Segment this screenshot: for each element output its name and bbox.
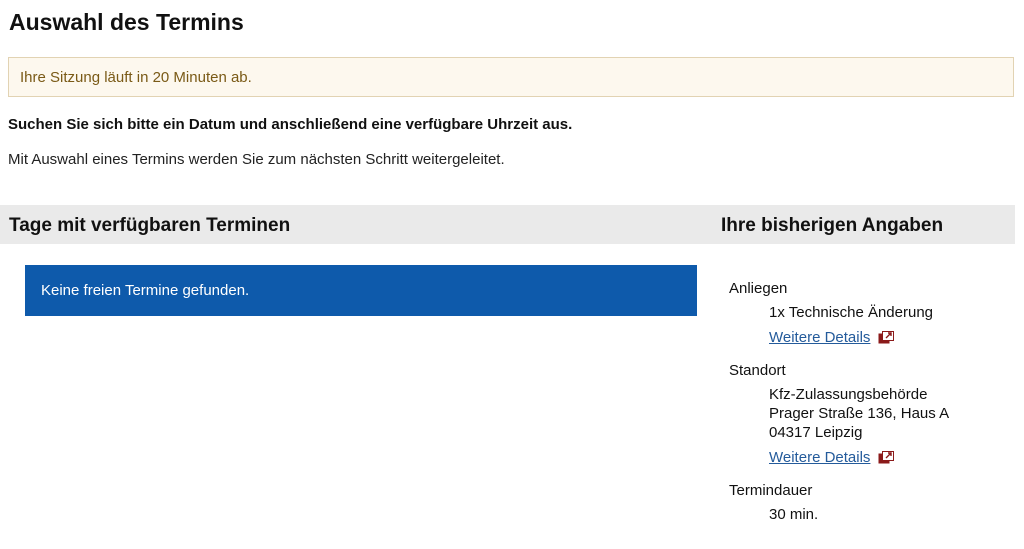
section-header-bar: Tage mit verfügbaren Terminen Ihre bishe… — [0, 205, 1015, 244]
duration-value: 30 min. — [769, 506, 819, 523]
summary-heading: Ihre bisherigen Angaben — [721, 215, 944, 236]
previous-entries-summary: Anliegen 1x Technische Änderung Weitere … — [729, 280, 1014, 540]
instruction-text: Mit Auswahl eines Termins werden Sie zum… — [8, 151, 505, 168]
concern-label: Anliegen — [729, 280, 788, 297]
external-window-icon — [878, 330, 895, 343]
concern-group: Anliegen 1x Technische Änderung Weitere … — [729, 280, 1014, 346]
external-window-icon — [878, 450, 895, 463]
location-label: Standort — [729, 362, 786, 379]
concern-value: 1x Technische Änderung — [769, 304, 934, 321]
concern-details-link[interactable]: Weitere Details — [769, 329, 895, 346]
duration-label: Termindauer — [729, 482, 813, 499]
location-street: Prager Straße 136, Haus A — [769, 405, 950, 422]
location-group: Standort Kfz-Zulassungsbehörde Prager St… — [729, 362, 1014, 466]
location-details-link[interactable]: Weitere Details — [769, 449, 895, 466]
location-name: Kfz-Zulassungsbehörde — [769, 386, 928, 403]
location-city: 04317 Leipzig — [769, 424, 863, 441]
concern-details-link-text: Weitere Details — [769, 329, 871, 346]
session-timeout-notice: Ihre Sitzung läuft in 20 Minuten ab. — [8, 57, 1014, 97]
location-details-link-text: Weitere Details — [769, 449, 871, 466]
instruction-heading: Suchen Sie sich bitte ein Datum und ansc… — [8, 116, 573, 133]
available-days-heading: Tage mit verfügbaren Terminen — [9, 215, 291, 236]
duration-group: Termindauer 30 min. — [729, 482, 1014, 524]
no-appointments-alert: Keine freien Termine gefunden. — [25, 265, 697, 316]
page-title: Auswahl des Termins — [9, 9, 244, 35]
